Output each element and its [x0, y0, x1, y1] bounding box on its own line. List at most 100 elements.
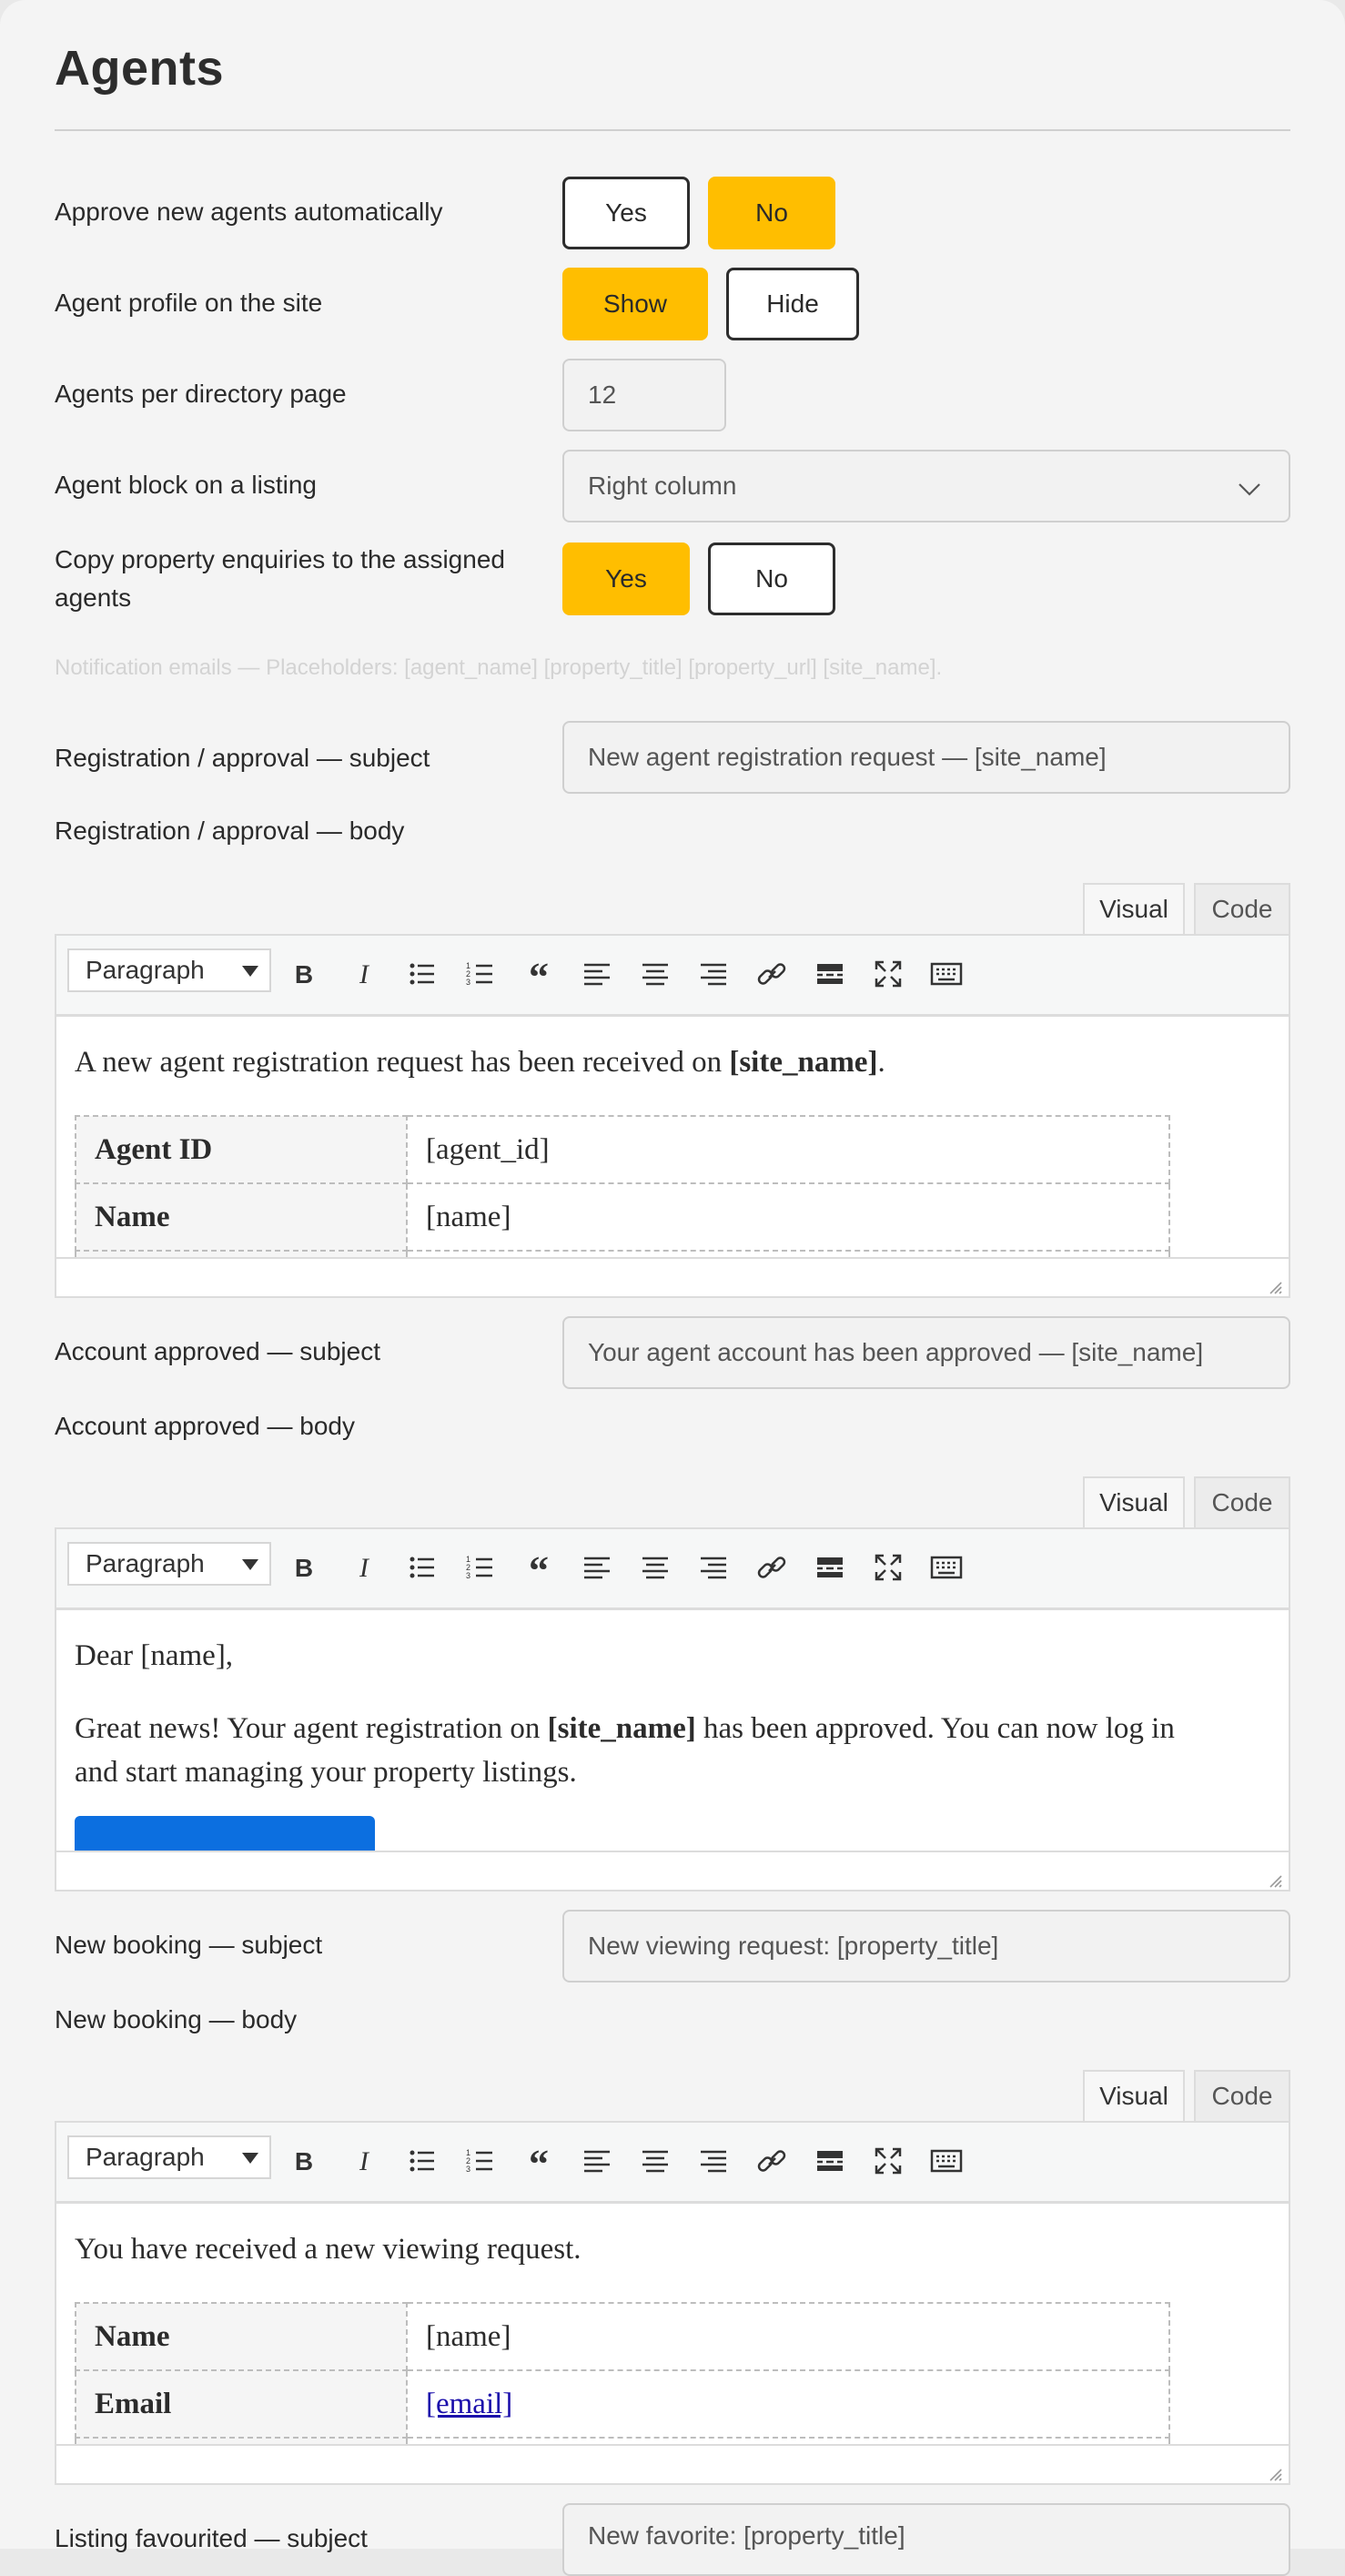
format-select[interactable]: Paragraph [67, 2135, 271, 2179]
align-center-icon[interactable] [637, 1549, 673, 1586]
italic-icon[interactable]: I [346, 2143, 382, 2179]
page-title: Agents [55, 41, 225, 96]
svg-text:I: I [359, 2146, 370, 2176]
italic-icon[interactable]: I [346, 1549, 382, 1586]
registration-body-label: Registration / approval — body [55, 816, 405, 845]
login-cta-button[interactable] [75, 1816, 375, 1851]
agent-block-label: Agent block on a listing [55, 471, 317, 499]
registration-subject-input[interactable]: New agent registration request — [site_n… [562, 721, 1290, 794]
align-right-icon[interactable] [695, 2143, 732, 2179]
editor-toolbar: Paragraph B I 1 2 3 “ [56, 936, 1289, 1017]
favourite-subject-input[interactable]: New favorite: [property_title] [562, 2503, 1290, 2576]
copy-no-button[interactable]: No [708, 543, 835, 615]
keyboard-icon[interactable] [928, 2143, 965, 2179]
tab-code[interactable]: Code [1194, 2070, 1290, 2121]
editor-toolbar: Paragraph B I 1 2 3 “ [56, 2123, 1289, 2204]
read-more-icon[interactable] [812, 956, 848, 992]
bullet-list-icon[interactable] [404, 1549, 440, 1586]
approved-greeting: Dear [name], [75, 1639, 234, 1672]
bullet-list-icon[interactable] [404, 2143, 440, 2179]
approved-subject-label: Account approved — subject [55, 1337, 380, 1365]
blockquote-icon[interactable]: “ [521, 2142, 557, 2186]
fullscreen-icon[interactable] [870, 956, 906, 992]
profile-show-button[interactable]: Show [562, 268, 708, 340]
read-more-icon[interactable] [812, 2143, 848, 2179]
copy-label: Copy property enquiries to the assigned … [55, 541, 505, 617]
booking-table: Name [name] Email [email] [75, 2302, 1170, 2444]
numbered-list-icon[interactable]: 123 [462, 2143, 499, 2179]
read-more-icon[interactable] [812, 1549, 848, 1586]
approved-body-editor[interactable]: Paragraph B I 1 2 3 “ Dear [name], Great news… [55, 1527, 1290, 1891]
blockquote-icon[interactable]: “ [521, 1548, 557, 1593]
chevron-down-icon [1239, 483, 1260, 496]
editor-statusbar [56, 1257, 1289, 1296]
blockquote-icon[interactable]: “ [521, 955, 557, 999]
fullscreen-icon[interactable] [870, 1549, 906, 1586]
approve-yes-button[interactable]: Yes [562, 177, 690, 249]
fullscreen-icon[interactable] [870, 2143, 906, 2179]
svg-text:I: I [359, 1553, 370, 1583]
link-icon[interactable] [753, 956, 790, 992]
bold-icon[interactable]: B [286, 2143, 322, 2179]
bullet-list-icon[interactable] [404, 956, 440, 992]
editor-content[interactable]: A new agent registration request has bee… [56, 1017, 1289, 1257]
format-select-value: Paragraph [86, 1549, 205, 1577]
per-page-input[interactable]: 12 [562, 359, 726, 431]
agent-block-select[interactable]: Right column [562, 450, 1290, 522]
caret-down-icon [242, 2153, 258, 2164]
approve-no-button[interactable]: No [708, 177, 835, 249]
approved-subject-input[interactable]: Your agent account has been approved — [… [562, 1316, 1290, 1389]
booking-intro: You have received a new viewing request. [75, 2233, 581, 2266]
bold-icon[interactable]: B [286, 956, 322, 992]
format-select-value: Paragraph [86, 956, 205, 984]
numbered-list-icon[interactable]: 123 [462, 956, 499, 992]
registration-body-editor[interactable]: Paragraph B I 1 2 3 “ A new agent registratio… [55, 934, 1290, 1298]
resize-grip-icon[interactable] [1267, 2466, 1283, 2482]
format-select[interactable]: Paragraph [67, 1542, 271, 1586]
tab-visual[interactable]: Visual [1083, 1476, 1185, 1527]
email-link[interactable]: [email] [426, 2388, 512, 2420]
booking-subject-input[interactable]: New viewing request: [property_title] [562, 1910, 1290, 1983]
editor-content[interactable]: Dear [name], Great news! Your agent regi… [56, 1610, 1289, 1851]
profile-hide-button[interactable]: Hide [726, 268, 859, 340]
link-icon[interactable] [753, 2143, 790, 2179]
keyboard-icon[interactable] [928, 1549, 965, 1586]
svg-text:“: “ [529, 956, 549, 992]
approve-label: Approve new agents automatically [55, 198, 443, 226]
align-center-icon[interactable] [637, 2143, 673, 2179]
bold-icon[interactable]: B [286, 1549, 322, 1586]
align-right-icon[interactable] [695, 956, 732, 992]
keyboard-icon[interactable] [928, 956, 965, 992]
svg-text:B: B [295, 2147, 313, 2175]
link-icon[interactable] [753, 1549, 790, 1586]
registration-table: Agent ID [agent_id] Name [name] [75, 1115, 1170, 1257]
registration-intro: A new agent registration request has bee… [75, 1046, 885, 1079]
favourite-subject-label: Listing favourited — subject [55, 2524, 368, 2552]
tab-code[interactable]: Code [1194, 1476, 1290, 1527]
agent-block-value: Right column [588, 472, 737, 500]
editor-content[interactable]: You have received a new viewing request.… [56, 2204, 1289, 2444]
copy-yes-button[interactable]: Yes [562, 543, 690, 615]
tab-visual[interactable]: Visual [1083, 2070, 1185, 2121]
settings-panel: Agents Approve new agents automatically … [0, 0, 1345, 2576]
format-select-value: Paragraph [86, 2143, 205, 2171]
align-center-icon[interactable] [637, 956, 673, 992]
align-left-icon[interactable] [579, 956, 615, 992]
align-left-icon[interactable] [579, 1549, 615, 1586]
tab-visual[interactable]: Visual [1083, 883, 1185, 934]
numbered-list-icon[interactable]: 123 [462, 1549, 499, 1586]
tab-code[interactable]: Code [1194, 883, 1290, 934]
copy-label-line2: agents [55, 583, 132, 612]
approved-body-label: Account approved — body [55, 1412, 355, 1440]
booking-body-editor[interactable]: Paragraph B I 1 2 3 “ You have received a new… [55, 2121, 1290, 2485]
registration-subject-label: Registration / approval — subject [55, 744, 430, 772]
format-select[interactable]: Paragraph [67, 948, 271, 992]
resize-grip-icon[interactable] [1267, 1872, 1283, 1889]
svg-text:3: 3 [466, 978, 470, 987]
align-left-icon[interactable] [579, 2143, 615, 2179]
resize-grip-icon[interactable] [1267, 1279, 1283, 1295]
align-right-icon[interactable] [695, 1549, 732, 1586]
table-row: Name [name] [75, 1182, 1170, 1252]
italic-icon[interactable]: I [346, 956, 382, 992]
booking-body-label: New booking — body [55, 2005, 298, 2033]
